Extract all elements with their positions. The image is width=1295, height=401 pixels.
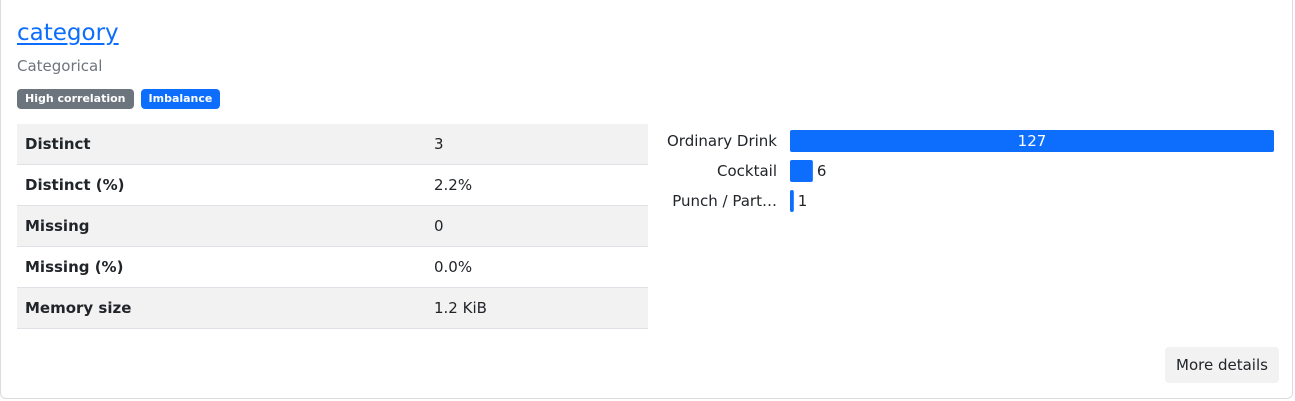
frequency-bar-chart: Ordinary Drink 127 Cocktail 6 Punch / Part… 1: [667, 130, 1274, 212]
bar-value-label: 127: [1018, 132, 1047, 150]
stat-value: 1.2 KiB: [417, 287, 648, 329]
bar-value-label: 6: [817, 162, 827, 180]
stat-label: Missing: [17, 205, 417, 247]
category-label: Cocktail: [717, 162, 777, 180]
variable-name-link[interactable]: category: [17, 20, 119, 46]
alert-badges: High correlation Imbalance: [17, 89, 221, 109]
stat-value: 0.0%: [417, 246, 648, 288]
badge-imbalance[interactable]: Imbalance: [140, 89, 221, 109]
table-row: Missing 0: [17, 205, 648, 247]
table-row: Distinct 3: [17, 124, 648, 165]
category-label: Ordinary Drink: [667, 132, 777, 150]
bar: [790, 160, 813, 182]
table-row: Memory size 1.2 KiB: [17, 287, 648, 329]
stat-label: Missing (%): [17, 246, 417, 288]
badge-high-correlation[interactable]: High correlation: [17, 89, 134, 109]
category-label: Punch / Part…: [672, 192, 777, 210]
stat-value: 2.2%: [417, 164, 648, 206]
table-row: Missing (%) 0.0%: [17, 246, 648, 288]
stat-label: Distinct: [17, 124, 417, 165]
variable-type: Categorical: [17, 57, 103, 75]
more-details-button[interactable]: More details: [1165, 347, 1279, 383]
stats-table: Distinct 3 Distinct (%) 2.2% Missing 0 M…: [17, 124, 648, 329]
bar: [790, 190, 794, 212]
table-row: Distinct (%) 2.2%: [17, 164, 648, 206]
stat-value: 0: [417, 205, 648, 247]
stat-label: Memory size: [17, 287, 417, 329]
bar-value-label: 1: [798, 192, 808, 210]
stat-value: 3: [417, 124, 648, 165]
stat-label: Distinct (%): [17, 164, 417, 206]
